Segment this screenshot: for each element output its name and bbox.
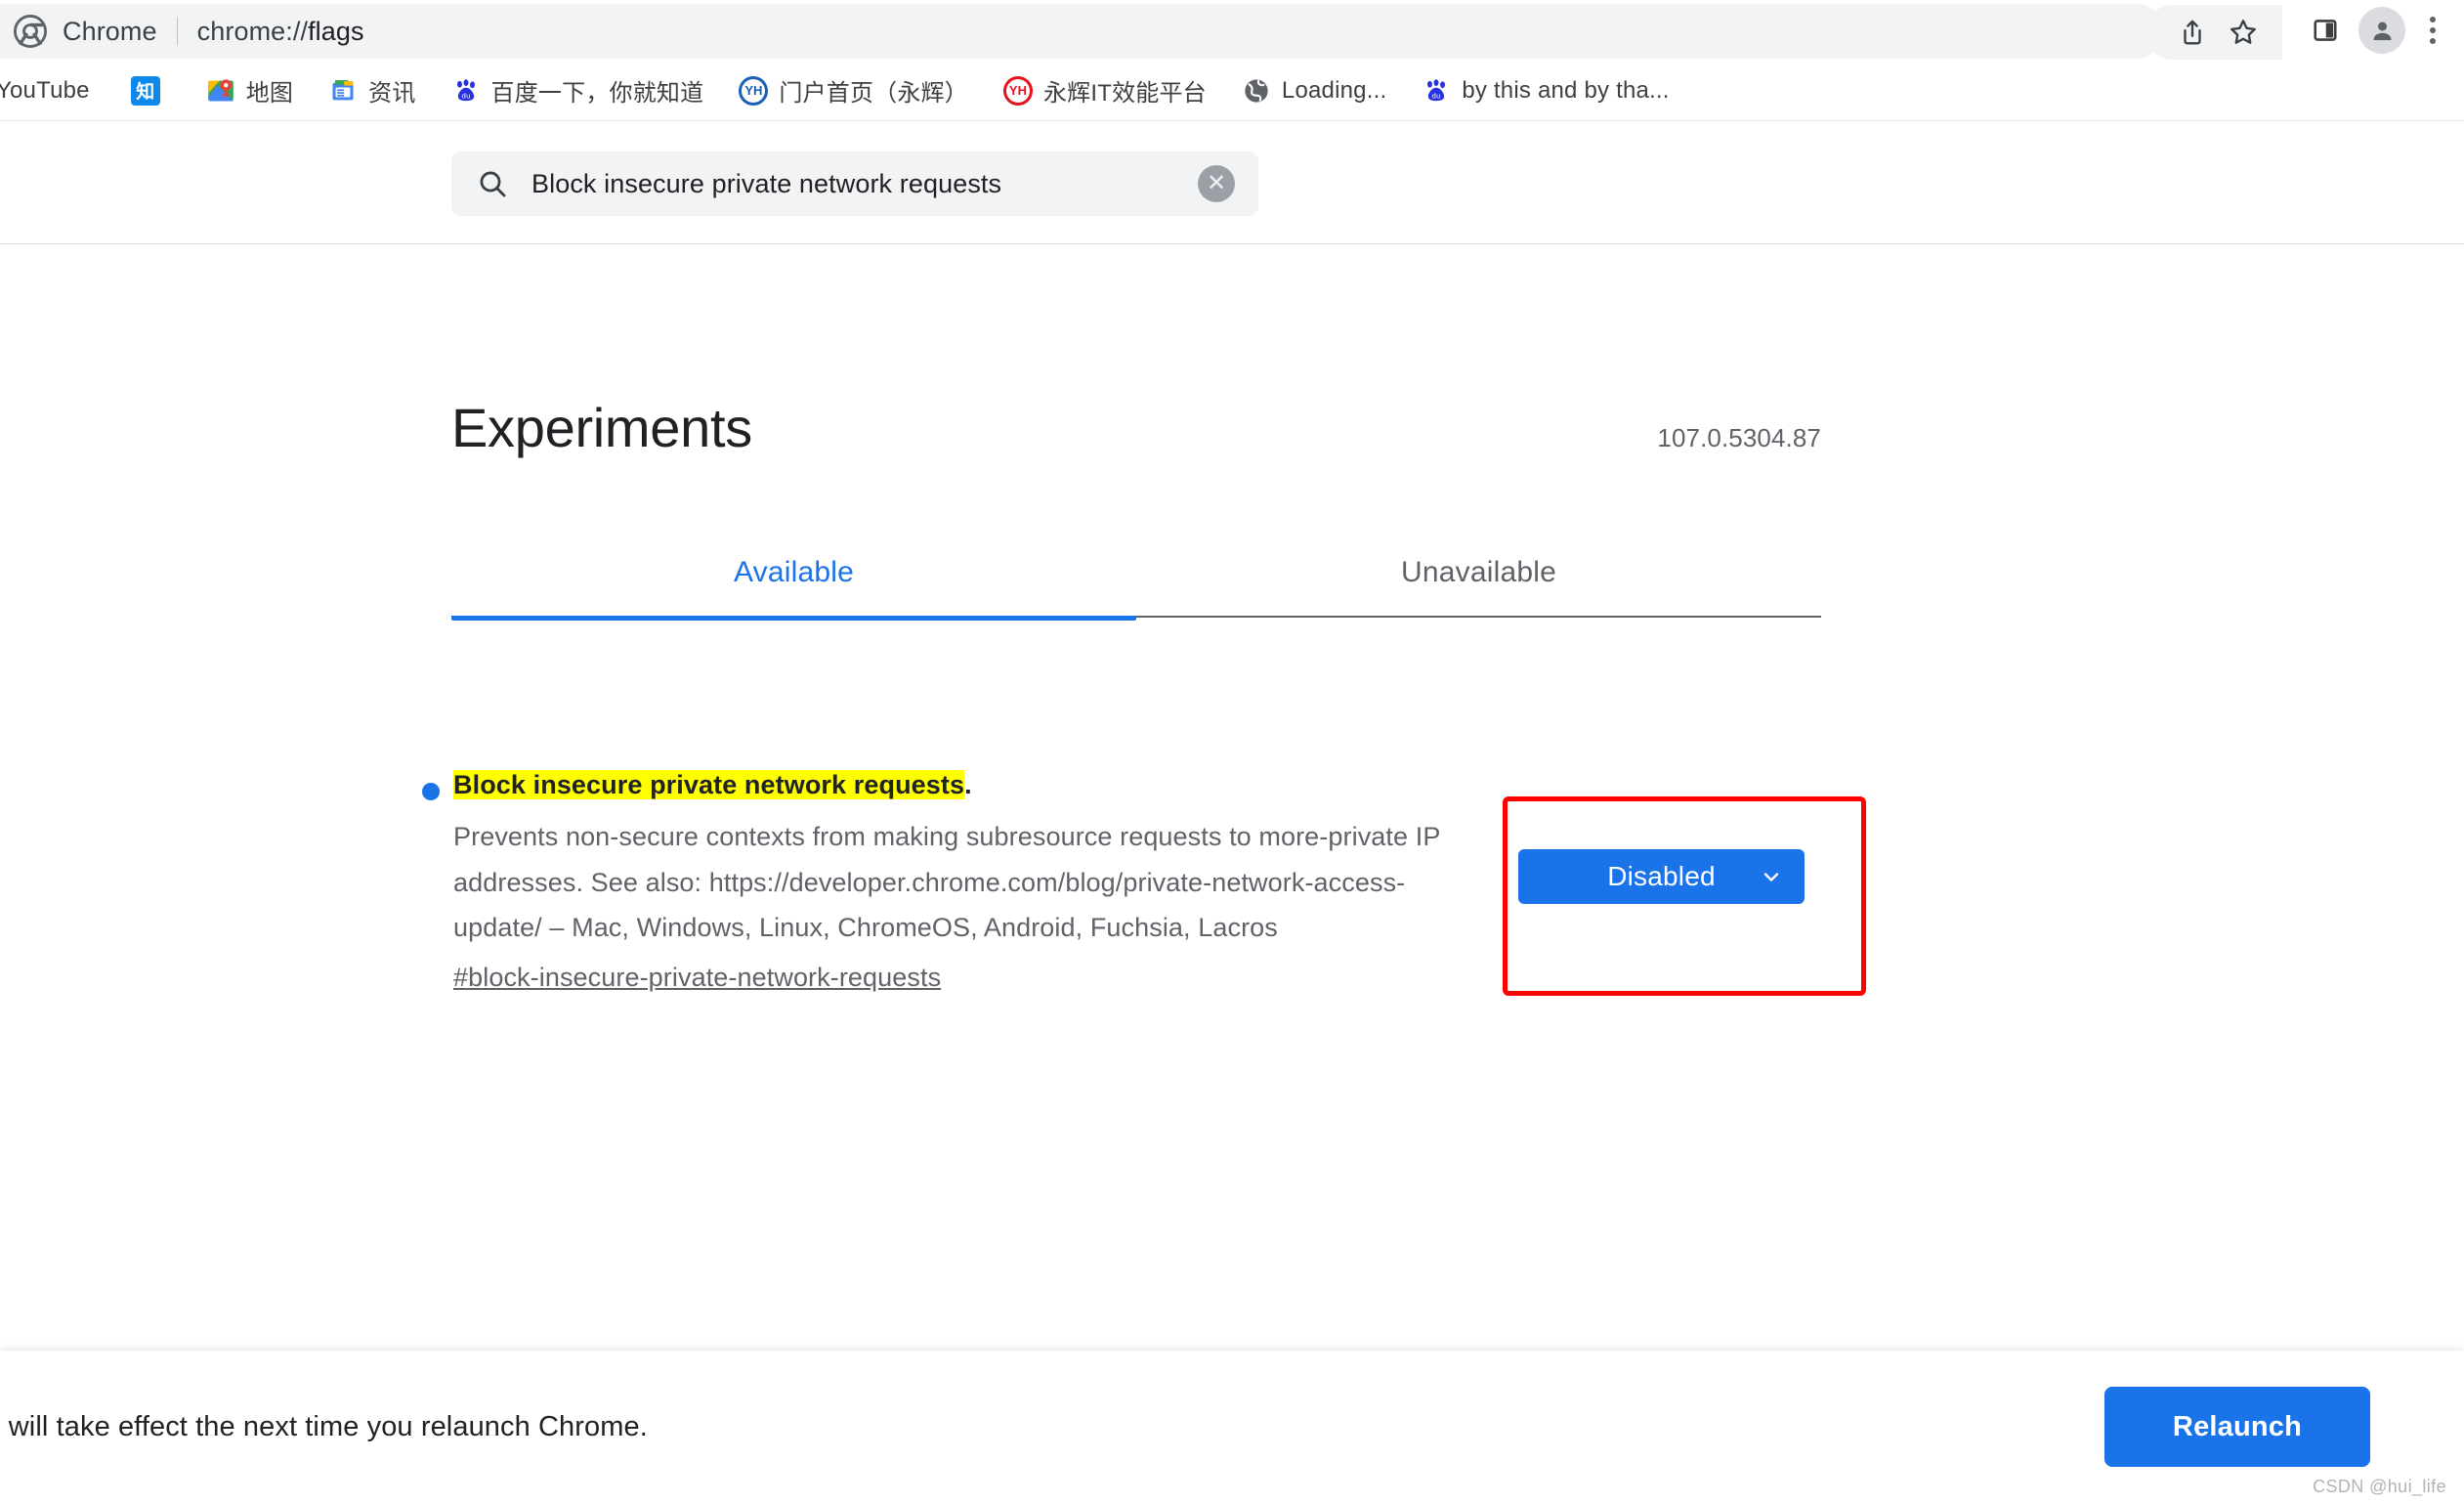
bookmark-loading[interactable]: Loading... [1232, 68, 1396, 113]
omnibox-app-name: Chrome [63, 16, 157, 46]
bookmark-label: 永辉IT效能平台 [1042, 80, 1207, 107]
tab-available[interactable]: Available [451, 537, 1136, 608]
google-maps-icon [206, 76, 235, 106]
flag-title-suffix: . [964, 770, 972, 799]
flags-tabs: Available Unavailable [451, 556, 1821, 621]
watermark: CSDN @hui_life [2313, 1477, 2446, 1496]
flag-title-highlight: Block insecure private network requests [453, 770, 965, 799]
version-label: 107.0.5304.87 [1657, 423, 1821, 452]
address-bar[interactable]: Chrome chrome://flags [0, 4, 2164, 59]
bookmark-label: 地图 [245, 80, 294, 107]
kebab-dot [2430, 27, 2436, 33]
flag-bullet-icon [422, 783, 440, 800]
kebab-dot [2430, 17, 2436, 22]
browser-toolbar: Chrome chrome://flags [0, 0, 2464, 61]
toolbar-pill [2145, 5, 2282, 60]
search-icon [475, 166, 510, 201]
svg-text:du: du [461, 91, 470, 100]
bookmark-label: by this and by tha... [1462, 76, 1670, 104]
flag-permalink[interactable]: #block-insecure-private-network-requests [453, 963, 941, 993]
kebab-dot [2430, 38, 2436, 44]
tab-active-indicator [451, 616, 1136, 621]
baidu-icon: du [451, 76, 481, 106]
star-icon[interactable] [2218, 7, 2269, 58]
kebab-menu-icon[interactable] [2413, 5, 2452, 56]
share-icon[interactable] [2167, 7, 2218, 58]
flag-text-column: Block insecure private network requests.… [453, 767, 1489, 993]
bookmark-zhihu[interactable]: 知 [121, 68, 181, 113]
chevron-down-icon [1760, 865, 1783, 888]
yonghui-it-icon: YH [1002, 75, 1033, 106]
bookmark-news[interactable]: 资讯 [319, 68, 425, 113]
flag-state-select[interactable]: Disabled [1518, 849, 1805, 904]
flags-page: ✕ Reset all Experiments 107.0.5304.87 Av… [0, 122, 2464, 1503]
url-path: flags [308, 16, 364, 46]
bookmarks-bar: YouTube 知 地图 资讯 du 百度一下，你就知道 YH 门户首页（永辉）… [0, 61, 2464, 121]
bookmark-label: YouTube [0, 76, 90, 104]
search-box[interactable]: ✕ [451, 151, 1258, 216]
flag-state-value: Disabled [1607, 861, 1716, 891]
flag-description: Prevents non-secure contexts from making… [453, 822, 1440, 943]
bookmark-by-this[interactable]: du by this and by tha... [1412, 68, 1678, 113]
bookmark-baidu[interactable]: du 百度一下，你就知道 [442, 68, 714, 113]
browser-window: Chrome chrome://flags YouTube 知 地图 资讯 du… [0, 0, 2464, 1503]
bookmark-label: 门户首页（永辉） [779, 80, 968, 107]
google-news-icon [328, 76, 358, 106]
search-input[interactable] [531, 168, 1198, 199]
bookmark-yonghui-portal[interactable]: YH 门户首页（永辉） [729, 68, 978, 113]
bookmark-label: 百度一下，你就知道 [490, 80, 704, 107]
bookmark-maps[interactable]: 地图 [196, 68, 303, 113]
relaunch-button[interactable]: Relaunch [2104, 1387, 2370, 1467]
page-title: Experiments [451, 397, 752, 458]
zhihu-icon: 知 [130, 75, 160, 106]
url-scheme: chrome:// [196, 16, 309, 46]
clear-icon[interactable]: ✕ [1198, 165, 1235, 202]
avatar[interactable] [2358, 7, 2405, 54]
globe-icon [1242, 76, 1271, 106]
bookmark-label: 资讯 [368, 80, 416, 107]
omnibox-url[interactable]: chrome://flags [197, 17, 364, 47]
bookmark-youtube[interactable]: YouTube [0, 68, 100, 113]
bookmark-yonghui-it[interactable]: YH 永辉IT效能平台 [994, 68, 1216, 113]
relaunch-note: s will take effect the next time you rel… [0, 1410, 648, 1442]
tab-unavailable[interactable]: Unavailable [1136, 537, 1821, 608]
flags-content: Experiments 107.0.5304.87 Available Unav… [0, 244, 2464, 1503]
baidu-icon: du [1422, 76, 1451, 106]
flags-title-row: Experiments 107.0.5304.87 [451, 396, 1821, 459]
flag-title: Block insecure private network requests. [453, 767, 1489, 802]
relaunch-bar: s will take effect the next time you rel… [0, 1351, 2464, 1503]
side-panel-icon[interactable] [2300, 5, 2351, 56]
bookmark-label: Loading... [1281, 76, 1387, 104]
chrome-logo-icon [14, 15, 47, 48]
flags-search-header: ✕ [0, 122, 2464, 244]
yonghui-portal-icon: YH [739, 75, 769, 106]
omnibox-divider [176, 17, 178, 46]
toolbar-actions [2145, 0, 2464, 61]
svg-text:du: du [1432, 91, 1441, 100]
